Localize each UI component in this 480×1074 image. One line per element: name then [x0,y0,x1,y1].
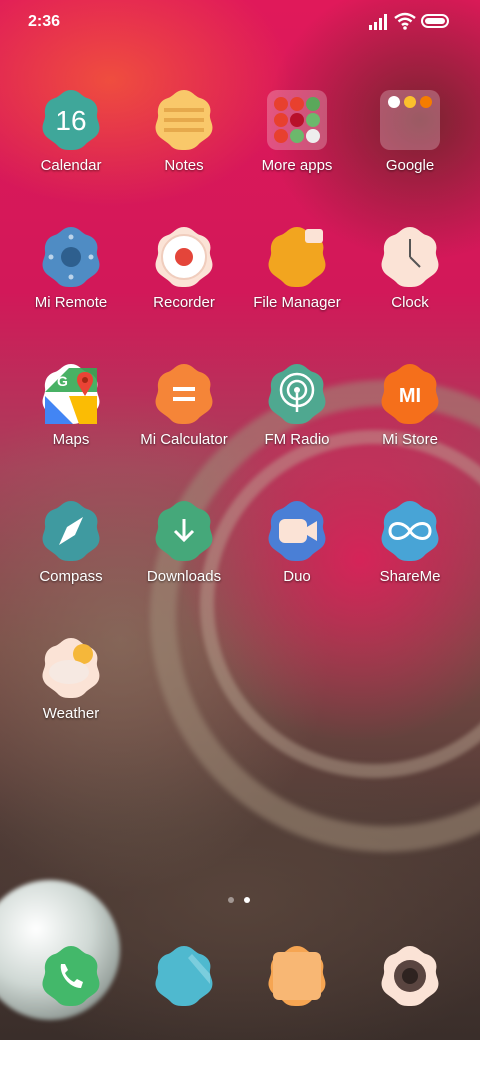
download-icon [152,499,216,563]
app-compass[interactable]: Compass [16,499,126,629]
app-label: Downloads [146,568,222,585]
video-camera-icon [265,499,329,563]
mi-logo-text: MI [399,385,421,407]
notes-icon [152,88,216,152]
calculator-icon [152,362,216,426]
app-label: Recorder [153,294,215,311]
app-maps[interactable]: G Maps [16,362,126,492]
messages-icon [152,944,216,1008]
dock-phone[interactable] [16,944,126,1074]
status-bar: 2:36 [0,0,480,44]
infinity-icon [378,499,442,563]
svg-text:G: G [57,373,68,389]
app-mi-store[interactable]: MI Mi Store [355,362,465,492]
app-file-manager[interactable]: File Manager [242,225,352,355]
app-google-folder[interactable]: Google [355,88,465,218]
app-label: Mi Remote [34,294,108,311]
app-label: Google [385,157,435,174]
app-label: Maps [52,431,90,448]
app-label: Weather [42,705,100,722]
remote-icon [39,225,103,289]
app-label: FM Radio [264,431,330,448]
app-label: File Manager [253,294,341,311]
app-shareme[interactable]: ShareMe [355,499,465,629]
page-dot-2-active[interactable] [244,897,250,903]
dock-messages[interactable] [129,944,239,1074]
app-mi-calculator[interactable]: Mi Calculator [129,362,239,492]
mi-store-icon: MI [378,362,442,426]
app-clock[interactable]: Clock [355,225,465,355]
app-downloads[interactable]: Downloads [129,499,239,629]
page-indicator[interactable] [228,897,254,907]
folder-file-icon [265,225,329,289]
gallery-icon [265,944,329,1008]
maps-icon: G [39,362,103,426]
radio-icon [265,362,329,426]
signal-icon [369,14,387,30]
calendar-icon: 16 [39,88,103,152]
google-folder-icon [378,88,442,152]
battery-icon [421,14,449,28]
app-label: Mi Store [382,431,438,448]
record-icon [152,225,216,289]
app-duo[interactable]: Duo [242,499,352,629]
app-label: Mi Calculator [140,431,228,448]
phone-icon [39,944,103,1008]
dock-camera[interactable] [355,944,465,1074]
app-label: Notes [164,157,204,174]
app-label: More apps [261,157,333,174]
app-recorder[interactable]: Recorder [129,225,239,355]
folder-icon [265,88,329,152]
app-calendar[interactable]: 16 Calendar [16,88,126,218]
app-fm-radio[interactable]: FM Radio [242,362,352,492]
app-more-apps-folder[interactable]: More apps [242,88,352,218]
app-label: Compass [39,568,103,585]
app-label: Calendar [40,157,102,174]
compass-icon [39,499,103,563]
app-notes[interactable]: Notes [129,88,239,218]
page-dot-1[interactable] [228,897,234,903]
app-label: ShareMe [379,568,441,585]
battery-level [425,18,445,24]
app-label: Clock [391,294,429,311]
clock-icon [378,225,442,289]
app-mi-remote[interactable]: Mi Remote [16,225,126,355]
status-time: 2:36 [28,13,61,30]
app-label: Duo [283,568,311,585]
calendar-date: 16 [55,105,86,136]
weather-icon [39,636,103,700]
camera-icon [378,944,442,1008]
app-weather[interactable]: Weather [16,636,126,766]
wifi-icon [394,12,416,30]
dock-gallery[interactable] [242,944,352,1074]
